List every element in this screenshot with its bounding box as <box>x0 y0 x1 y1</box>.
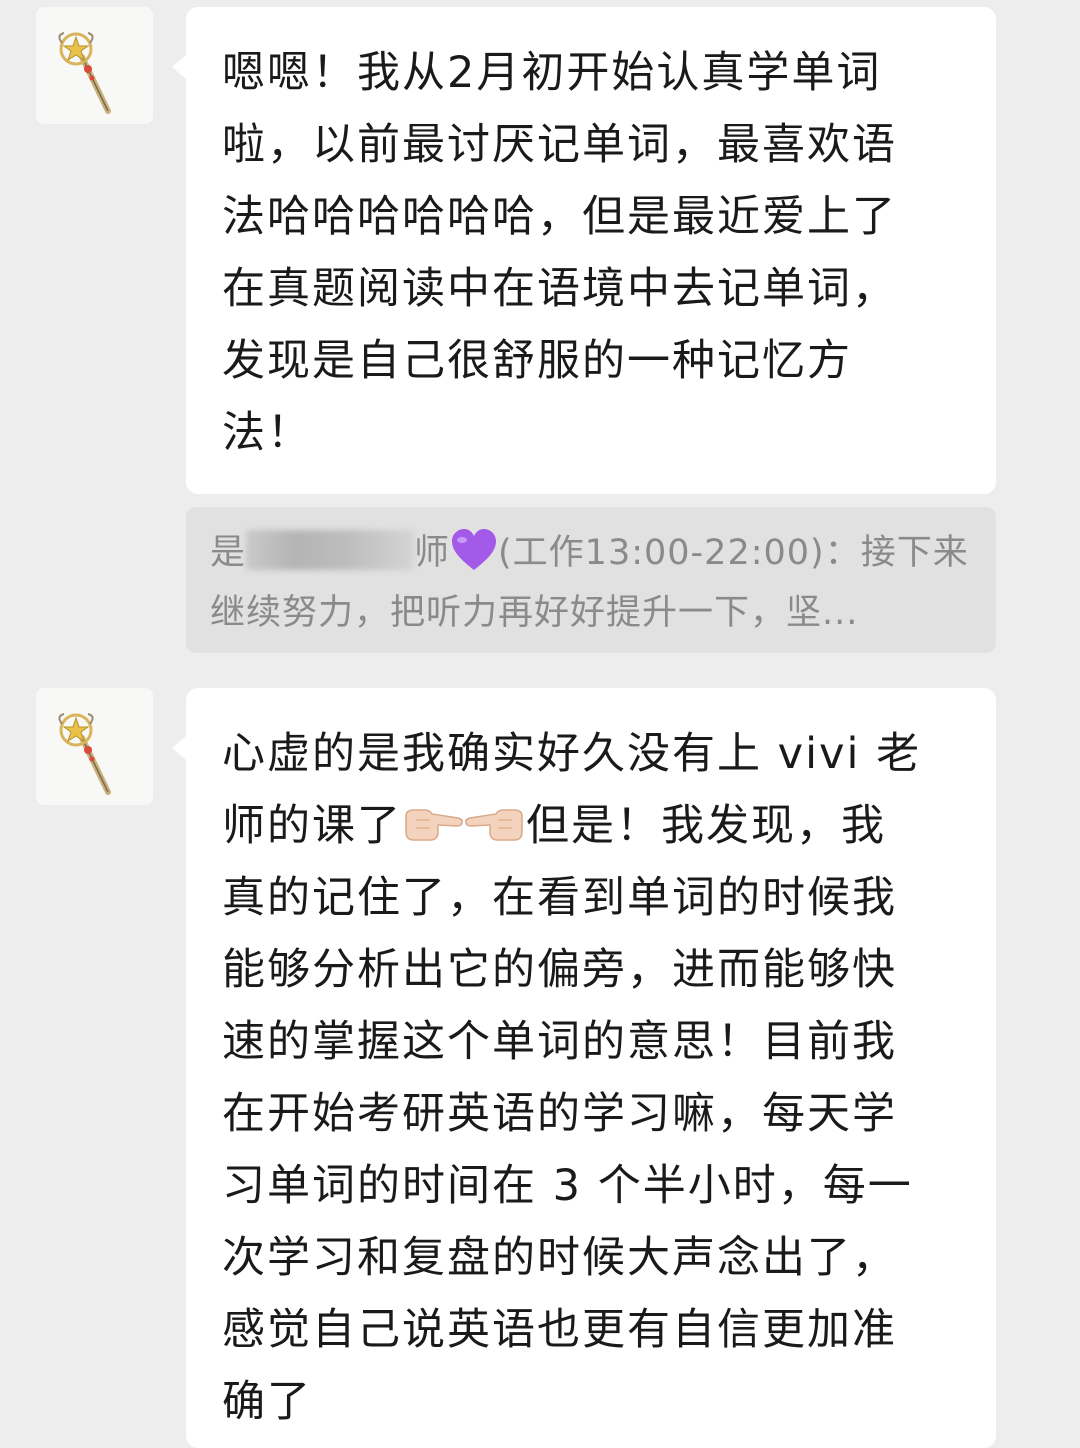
purple-heart-icon <box>450 528 498 572</box>
quote-name-prefix: 是 <box>210 533 247 573</box>
message-text: 嗯嗯！我从2月初开始认真学单词 啦，以前最讨厌记单词，最喜欢语 法哈哈哈哈哈哈，… <box>222 48 897 458</box>
message-text-part-2: 但是！我发现，我 真的记住了，在看到单词的时候我 能够分析出它的偏旁，进而能够快… <box>222 801 913 1427</box>
quote-name-suffix: 师 <box>414 533 451 573</box>
sender-avatar[interactable] <box>36 7 153 124</box>
magic-wand-icon <box>58 32 111 114</box>
message-bubble[interactable]: 心虚的是我确实好久没有上 vivi 老 师的课了 但是！我发现，我 真的记住了，在… <box>172 688 996 1448</box>
message-bubble[interactable]: 嗯嗯！我从2月初开始认真学单词 啦，以前最讨厌记单词，最喜欢语 法哈哈哈哈哈哈，… <box>172 7 996 494</box>
message-text: 心虚的是我确实好久没有上 vivi 老 师的课了 但是！我发现，我 真的记住了，在… <box>222 718 976 1438</box>
quoted-reply-line-1: 是 师 (工作13:00-22:00)：接下来 <box>210 523 974 583</box>
blurred-name <box>246 530 415 570</box>
sender-avatar[interactable] <box>36 688 153 805</box>
magic-wand-icon <box>58 713 111 795</box>
quoted-reply[interactable]: 是 师 (工作13:00-22:00)：接下来 继续努力，把听力再好好提升一下，坚.… <box>186 507 996 653</box>
pointing-right-hand-icon <box>402 796 464 841</box>
quoted-reply-text-1: (工作13:00-22:00)：接下来 <box>498 533 969 573</box>
quoted-reply-text-2: 继续努力，把听力再好好提升一下，坚... <box>210 593 859 633</box>
pointing-left-hand-icon <box>464 796 526 841</box>
